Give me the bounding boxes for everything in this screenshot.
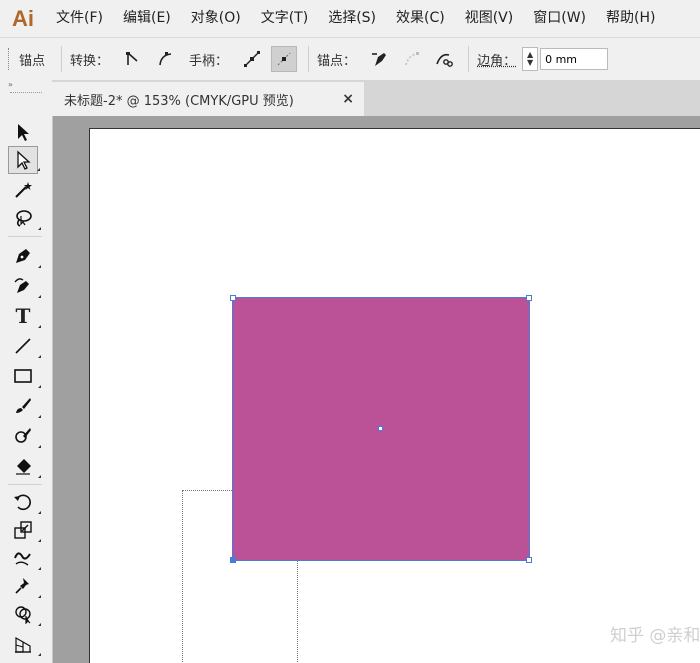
warp-icon bbox=[14, 552, 31, 566]
pen-tool[interactable] bbox=[8, 242, 41, 270]
rotate-icon bbox=[14, 494, 31, 511]
cut-path-icon bbox=[436, 53, 453, 67]
pen-icon bbox=[16, 249, 30, 263]
app-logo: Ai bbox=[12, 5, 34, 31]
shaper-icon bbox=[15, 428, 31, 443]
menu-view[interactable]: 视图(V) bbox=[455, 0, 524, 37]
connect-endpoints-button[interactable] bbox=[399, 46, 425, 72]
pen-minus-icon bbox=[372, 53, 387, 66]
anchor-points-label: 锚点： bbox=[317, 53, 357, 69]
pushpin-icon bbox=[15, 578, 29, 594]
corner-radius-input[interactable] bbox=[540, 48, 609, 70]
convert-label: 转换： bbox=[70, 53, 110, 69]
canvas-area[interactable]: 知乎 @亲和 bbox=[53, 116, 700, 663]
handles-label: 手柄： bbox=[189, 53, 229, 69]
anchor-context-label: 锚点 bbox=[19, 53, 46, 69]
corner-spinner[interactable]: ▲ ▼ bbox=[522, 47, 539, 71]
perspective-grid-icon bbox=[15, 636, 31, 653]
control-bar: 锚点 转换： 手柄： 锚点： 边角： ▲ ▼ bbox=[0, 37, 700, 81]
perspective-grid-tool[interactable] bbox=[8, 630, 41, 658]
watermark: 知乎 @亲和 bbox=[610, 626, 700, 646]
hide-handles-icon bbox=[277, 52, 291, 66]
shape-builder-tool[interactable] bbox=[8, 600, 41, 628]
menu-type[interactable]: 文字(T) bbox=[251, 0, 318, 37]
direct-selection-tool[interactable] bbox=[8, 146, 40, 174]
lasso-tool[interactable] bbox=[8, 204, 41, 232]
curvature-tool[interactable] bbox=[8, 272, 41, 300]
shape-builder-icon bbox=[15, 606, 31, 624]
anchor-handle-top-right[interactable] bbox=[526, 295, 532, 301]
menu-effect[interactable]: 效果(C) bbox=[386, 0, 455, 37]
menu-bar: Ai 文件(F) 编辑(E) 对象(O) 文字(T) 选择(S) 效果(C) 视… bbox=[0, 0, 700, 37]
type-tool[interactable]: T bbox=[8, 302, 41, 330]
direct-selection-icon bbox=[17, 150, 31, 170]
hide-handles-button[interactable] bbox=[271, 46, 298, 72]
line-icon bbox=[15, 338, 31, 354]
divider bbox=[308, 46, 310, 72]
scale-icon bbox=[14, 521, 32, 539]
paintbrush-icon bbox=[16, 398, 31, 413]
shaper-tool[interactable] bbox=[8, 422, 41, 450]
rotate-tool[interactable] bbox=[8, 488, 41, 516]
line-tool[interactable] bbox=[8, 332, 41, 360]
eraser-icon bbox=[16, 459, 31, 475]
selection-tool[interactable] bbox=[8, 118, 38, 146]
connect-path-icon bbox=[405, 52, 420, 66]
close-icon[interactable]: × bbox=[342, 91, 354, 107]
corner-label: 边角： bbox=[477, 53, 517, 69]
tools-panel-grip[interactable] bbox=[10, 92, 42, 99]
rectangle-icon bbox=[14, 369, 32, 383]
scale-tool[interactable] bbox=[8, 516, 41, 544]
warp-tool[interactable] bbox=[8, 544, 41, 572]
cut-path-button[interactable] bbox=[431, 46, 457, 72]
type-icon: T bbox=[15, 304, 31, 328]
curvature-icon bbox=[14, 278, 29, 293]
menu-select[interactable]: 选择(S) bbox=[318, 0, 386, 37]
divider bbox=[468, 46, 470, 72]
anchor-handle-bottom-right[interactable] bbox=[526, 557, 532, 563]
center-point bbox=[378, 426, 383, 431]
convert-to-corner-button[interactable] bbox=[120, 46, 146, 72]
collapse-panel-icon[interactable]: » bbox=[0, 80, 52, 92]
show-handles-icon bbox=[244, 51, 261, 67]
lasso-icon bbox=[16, 210, 32, 227]
magic-wand-tool[interactable] bbox=[8, 176, 38, 204]
show-handles-button[interactable] bbox=[239, 46, 265, 72]
convert-to-smooth-button[interactable] bbox=[152, 46, 178, 72]
rectangle-tool[interactable] bbox=[8, 362, 41, 390]
control-bar-grip[interactable] bbox=[8, 48, 11, 70]
document-tab-bar: 未标题-2* @ 153% (CMYK/GPU 预览) × bbox=[52, 80, 700, 116]
menu-window[interactable]: 窗口(W) bbox=[523, 0, 596, 37]
menu-edit[interactable]: 编辑(E) bbox=[113, 0, 181, 37]
menu-help[interactable]: 帮助(H) bbox=[596, 0, 665, 37]
divider bbox=[61, 46, 63, 72]
anchor-handle-top-left[interactable] bbox=[230, 295, 236, 301]
magic-wand-icon bbox=[15, 182, 32, 198]
selected-rectangle[interactable] bbox=[230, 295, 532, 563]
remove-anchor-button[interactable] bbox=[367, 46, 393, 72]
spin-down-icon[interactable]: ▼ bbox=[527, 59, 533, 67]
eraser-tool[interactable] bbox=[8, 452, 41, 480]
paintbrush-tool[interactable] bbox=[8, 392, 41, 420]
smooth-point-icon bbox=[159, 52, 172, 66]
puppet-warp-tool[interactable] bbox=[8, 572, 41, 600]
corner-point-icon bbox=[126, 52, 138, 65]
menu-file[interactable]: 文件(F) bbox=[46, 0, 113, 37]
artboard[interactable]: 知乎 @亲和 bbox=[89, 128, 700, 663]
anchor-handle-bottom-left[interactable] bbox=[230, 557, 236, 563]
selection-arrow-icon bbox=[18, 124, 29, 141]
document-tab-title: 未标题-2* @ 153% (CMYK/GPU 预览) bbox=[64, 93, 294, 109]
tools-panel: » T bbox=[0, 80, 53, 663]
document-tab[interactable]: 未标题-2* @ 153% (CMYK/GPU 预览) × bbox=[52, 82, 364, 116]
menu-object[interactable]: 对象(O) bbox=[181, 0, 251, 37]
